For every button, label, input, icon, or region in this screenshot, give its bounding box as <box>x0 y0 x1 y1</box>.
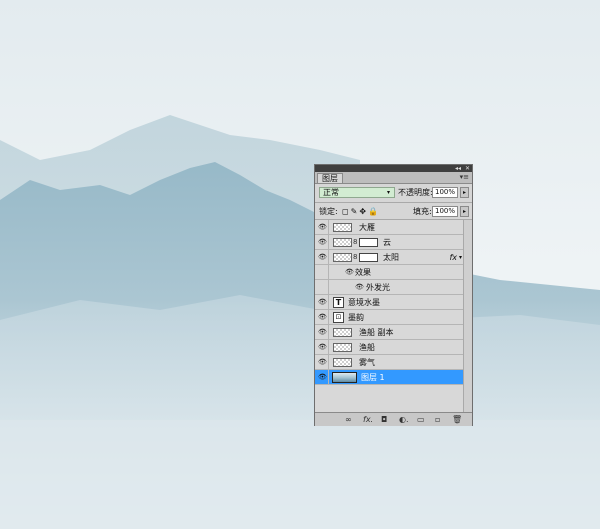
lock-label: 锁定: <box>319 207 338 216</box>
smart-object-icon: ⊡ <box>333 312 344 323</box>
divider <box>315 202 472 203</box>
panel-menu-icon[interactable]: ▾≡ <box>460 173 469 182</box>
layer-row[interactable]: 👁 8 太阳 fx ▾ <box>315 250 463 265</box>
eye-icon[interactable]: 👁 <box>345 268 354 277</box>
effects-row[interactable]: 👁 效果 <box>315 265 463 280</box>
chevron-down-icon[interactable]: ▾ <box>387 188 390 197</box>
divider <box>328 355 329 370</box>
layer-row[interactable]: 👁 大雁 <box>315 220 463 235</box>
link-layers-icon[interactable]: ∞ <box>345 414 352 425</box>
layer-thumbnail <box>333 358 352 367</box>
eye-icon[interactable]: 👁 <box>318 343 327 352</box>
divider <box>328 235 329 250</box>
eye-icon[interactable]: 👁 <box>355 283 364 292</box>
link-icon[interactable]: 8 <box>353 252 357 262</box>
fx-icon[interactable]: fx. <box>363 414 373 425</box>
divider <box>328 325 329 340</box>
landscape-background <box>0 0 600 529</box>
eye-icon[interactable]: 👁 <box>318 253 327 262</box>
lock-options-icons[interactable]: ◻✎✥🔒 <box>342 206 380 217</box>
layer-thumbnail <box>333 238 352 247</box>
layer-name: 太阳 <box>383 253 399 262</box>
close-icon[interactable]: ✕ <box>465 165 470 172</box>
layer-row[interactable]: 👁 T 意境水墨 <box>315 295 463 310</box>
opacity-label: 不透明度: <box>398 188 433 197</box>
layer-name: 图层 1 <box>361 373 385 382</box>
fill-slider-button[interactable]: ▸ <box>460 206 469 217</box>
layer-name: 云 <box>383 238 391 247</box>
eye-icon[interactable]: 👁 <box>318 223 327 232</box>
eye-icon[interactable]: 👁 <box>318 358 327 367</box>
layer-mask-thumbnail[interactable] <box>359 238 378 247</box>
layer-row[interactable]: 👁 渔船 <box>315 340 463 355</box>
eye-icon[interactable]: 👁 <box>318 373 327 382</box>
layer-name: 雾气 <box>359 358 375 367</box>
effects-label: 效果 <box>355 268 371 277</box>
eye-icon[interactable]: 👁 <box>318 298 327 307</box>
panel-bottom-bar: ∞ fx. ◘ ◐. ▭ ▫ 🗑 <box>315 412 472 426</box>
fill-input[interactable]: 100% <box>432 206 458 217</box>
fill-label: 填充: <box>413 207 432 216</box>
layer-thumbnail <box>333 253 352 262</box>
tab-layers[interactable]: 图层 <box>317 173 343 183</box>
layer-thumbnail <box>333 343 352 352</box>
divider <box>328 265 329 280</box>
text-layer-icon: T <box>333 297 344 308</box>
divider <box>328 340 329 355</box>
panel-titlebar[interactable]: ◂◂ ✕ <box>315 165 472 172</box>
layer-mask-thumbnail[interactable] <box>359 253 378 262</box>
layer-list-scrollbar[interactable] <box>463 220 472 412</box>
blend-mode-select[interactable]: 正常 <box>319 187 395 198</box>
layer-name: 墨韵 <box>348 313 364 322</box>
adjustment-layer-icon[interactable]: ◐. <box>399 414 409 425</box>
new-layer-icon[interactable]: ▫ <box>435 414 440 425</box>
divider <box>328 310 329 325</box>
divider <box>328 250 329 265</box>
double-arrow-icon[interactable]: ◂◂ <box>455 165 461 172</box>
layer-name: 大雁 <box>359 223 375 232</box>
trash-icon[interactable]: 🗑 <box>452 414 462 425</box>
panel-tab-row: 图层 ▾≡ <box>315 172 472 184</box>
fx-icon[interactable]: fx <box>449 250 457 265</box>
eye-icon[interactable]: 👁 <box>318 313 327 322</box>
opacity-input[interactable]: 100% <box>432 187 458 198</box>
divider <box>328 295 329 310</box>
add-mask-icon[interactable]: ◘ <box>381 414 387 425</box>
divider <box>328 280 329 295</box>
layers-panel: ◂◂ ✕ 图层 ▾≡ 正常 ▾ 不透明度: 100% ▸ 锁定: ◻✎✥🔒 填充… <box>314 164 473 426</box>
layer-row[interactable]: 👁 渔船 副本 <box>315 325 463 340</box>
layer-name: 渔船 <box>359 343 375 352</box>
divider <box>328 370 329 385</box>
layer-thumbnail <box>332 372 357 383</box>
eye-icon[interactable]: 👁 <box>318 328 327 337</box>
chevron-down-icon[interactable]: ▾ <box>459 250 462 265</box>
divider <box>328 220 329 235</box>
layer-thumbnail <box>333 223 352 232</box>
eye-icon[interactable]: 👁 <box>318 238 327 247</box>
folder-icon[interactable]: ▭ <box>417 414 425 425</box>
link-icon[interactable]: 8 <box>353 237 357 247</box>
effect-row[interactable]: 👁 外发光 <box>315 280 463 295</box>
layer-list: 👁 大雁 👁 8 云 👁 8 太阳 fx ▾ 👁 效果 👁 外发光 👁 T 意境… <box>315 220 463 412</box>
effect-name: 外发光 <box>366 283 390 292</box>
layer-row[interactable]: 👁 8 云 <box>315 235 463 250</box>
opacity-slider-button[interactable]: ▸ <box>460 187 469 198</box>
layer-row-selected[interactable]: 👁 图层 1 <box>315 370 463 385</box>
layer-row[interactable]: 👁 雾气 <box>315 355 463 370</box>
layer-thumbnail <box>333 328 352 337</box>
layer-row[interactable]: 👁 ⊡ 墨韵 <box>315 310 463 325</box>
layer-name: 意境水墨 <box>348 298 380 307</box>
layer-name: 渔船 副本 <box>359 328 394 337</box>
